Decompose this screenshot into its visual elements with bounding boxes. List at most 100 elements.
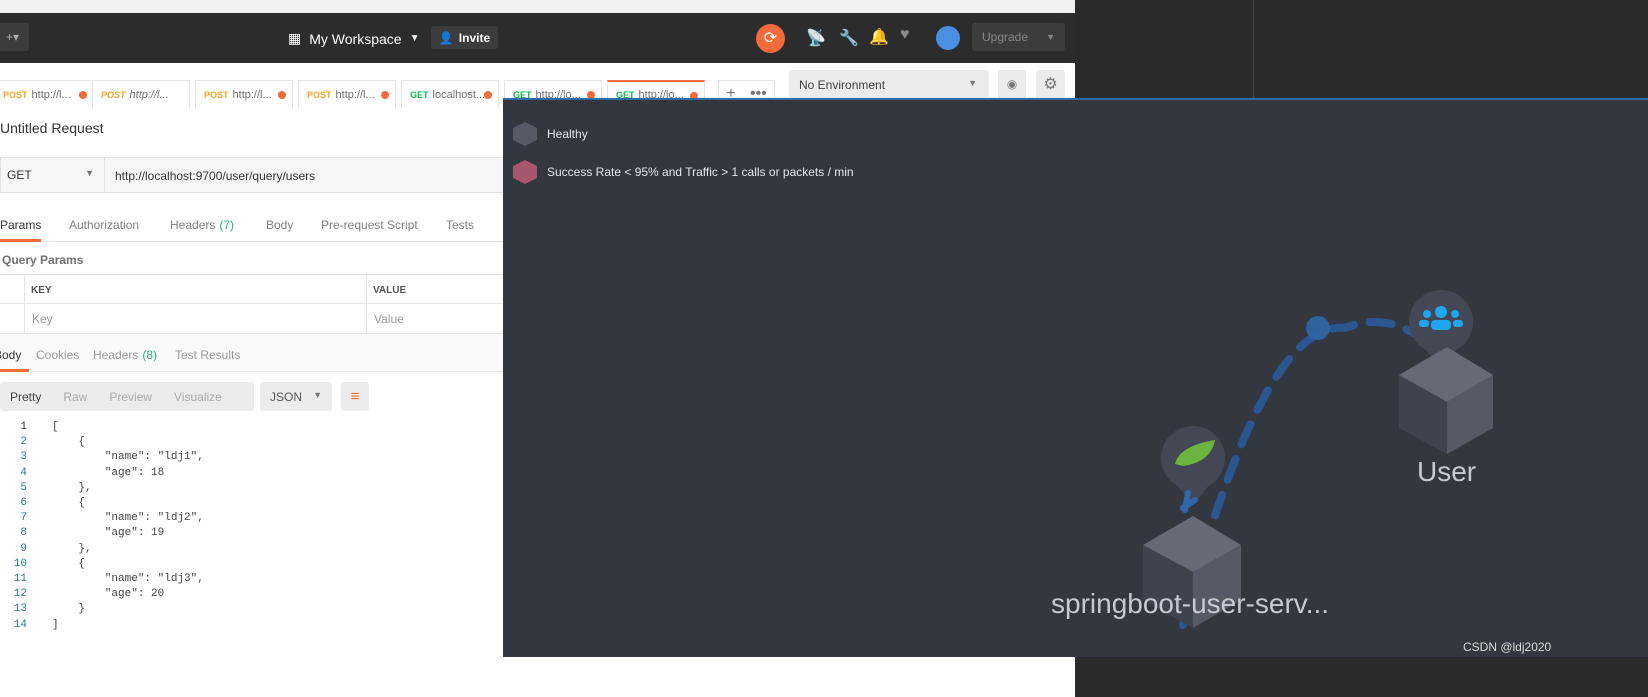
code-line: 2 { [0,436,503,451]
line-number: 5 [20,481,27,494]
satellite-icon[interactable]: 📡 [806,28,826,48]
workspace-switcher[interactable]: ▦ My Workspace ▼ [288,30,419,47]
url-input[interactable]: http://localhost:9700/user/query/users [105,157,505,193]
user-node [1399,290,1493,454]
tab-url: http://l... [31,88,71,101]
tab-params[interactable]: Params [0,204,42,242]
gear-icon[interactable]: ⚙ [1036,70,1065,99]
header-count: (7) [219,218,235,232]
code-text: [ [52,421,59,433]
value-input[interactable]: Value [366,304,503,333]
line-number: 2 [20,436,27,449]
code-text: "name": "ldj3", [52,573,204,585]
line-number: 4 [20,466,27,479]
method-select[interactable]: GET ▼ [0,157,105,193]
code-line: 5 }, [0,482,503,497]
response-body[interactable]: 1[2 {3 "name": "ldj1", 4 "age": 18 5 }, 6 {… [0,421,503,641]
tab-method: POST [307,89,332,100]
tab-method: POST [3,89,28,100]
line-number: 1 [20,421,27,433]
format-select[interactable]: JSON ▼ [260,382,332,411]
tab-method: POST [101,89,126,100]
code-line: 12 "age": 20 [0,588,503,603]
code-line: 8 "age": 19 [0,527,503,542]
view-raw[interactable]: Raw [63,390,87,404]
tab-url: http://l... [129,88,169,101]
tab-method: POST [204,89,229,100]
new-button[interactable]: +▾ [0,23,29,51]
code-line: 1[ [0,421,503,436]
response-tab-cookies[interactable]: Cookies [36,334,79,372]
code-text: "name": "ldj2", [52,512,204,525]
tab-tests[interactable]: Tests [446,204,474,242]
wrap-lines-icon[interactable]: ≡ [341,382,369,411]
code-text: }, [52,481,92,494]
code-text: }, [52,542,92,555]
code-line: 13 } [0,603,503,618]
title-strip [0,0,1075,13]
line-number: 10 [13,557,27,570]
line-number: 14 [13,618,27,631]
key-input[interactable]: Key [24,304,366,333]
params-table-header: KEY VALUE [0,274,503,304]
topology-panel: Healthy Success Rate < 95% and Traffic > … [503,98,1648,657]
query-params-title: Query Params [2,253,84,267]
line-number: 12 [13,588,27,601]
eye-icon[interactable]: ◉ [998,70,1026,99]
upgrade-button[interactable]: Upgrade ▼ [972,23,1065,51]
unsaved-dot-icon [381,91,389,99]
request-tab[interactable]: POST http://l... [298,80,396,108]
response-tabs: BodyCookies Headers(8) Test Results [0,334,503,372]
edge-midpoint [1306,316,1330,340]
tab-body[interactable]: Body [266,204,293,242]
wrench-icon[interactable]: 🔧 [839,28,859,48]
invite-button[interactable]: 👤 Invite [431,26,498,49]
code-line: 4 "age": 18 [0,467,503,482]
params-table-row: Key Value [0,304,503,334]
sync-icon[interactable]: ⟳ [756,24,785,53]
response-tab-body[interactable]: Body [0,334,29,372]
tab-pre-request-script[interactable]: Pre-request Script [321,204,418,242]
caret-down-icon: ▼ [1046,32,1055,42]
environment-select[interactable]: No Environment ▼ [789,70,989,99]
tab-headers[interactable]: Headers (7) [170,204,234,242]
divider [1253,0,1254,98]
unsaved-dot-icon [278,91,286,99]
line-number: 6 [20,497,27,509]
caret-down-icon: ▼ [968,78,977,88]
view-preview[interactable]: Preview [109,390,152,404]
code-text: { [52,436,86,449]
code-line: 9 }, [0,543,503,558]
caret-down-icon: ▼ [313,390,322,400]
caret-down-icon: ▼ [85,168,94,178]
view-pretty[interactable]: Pretty [10,390,41,404]
line-number: 9 [20,542,27,555]
code-line: 11 "name": "ldj3", [0,573,503,588]
caret-down-icon: ▼ [409,33,420,44]
tab-url: localhost... [432,88,486,101]
request-tab[interactable]: GET localhost... [401,80,499,108]
user-node-label[interactable]: User [1417,456,1476,488]
topology-graph[interactable] [503,100,1648,657]
code-text: "name": "ldj1", [52,451,204,464]
code-text: { [52,557,86,570]
service-node-label[interactable]: springboot-user-serv... [1051,588,1329,620]
request-tab[interactable]: POST http://l... [92,80,190,108]
response-tab-test-results[interactable]: Test Results [175,334,240,372]
bell-icon[interactable]: 🔔 [869,27,889,47]
unsaved-dot-icon [79,91,87,99]
request-tab[interactable]: POST http://l... [195,80,293,108]
avatar[interactable] [936,26,960,50]
line-number: 13 [13,603,27,616]
heart-icon[interactable]: ♥ [900,26,910,44]
code-line: 14] [0,619,503,634]
code-line: 10 { [0,558,503,573]
view-visualize[interactable]: Visualize [174,390,222,404]
code-line: 3 "name": "ldj1", [0,451,503,466]
tab-authorization[interactable]: Authorization [69,204,139,242]
line-number: 3 [20,451,27,464]
code-text: "age": 18 [52,466,165,479]
response-tab-headers[interactable]: Headers (8) [93,334,157,372]
code-line: 6 { [0,497,503,512]
request-tab[interactable]: POST http://l... [0,80,94,108]
